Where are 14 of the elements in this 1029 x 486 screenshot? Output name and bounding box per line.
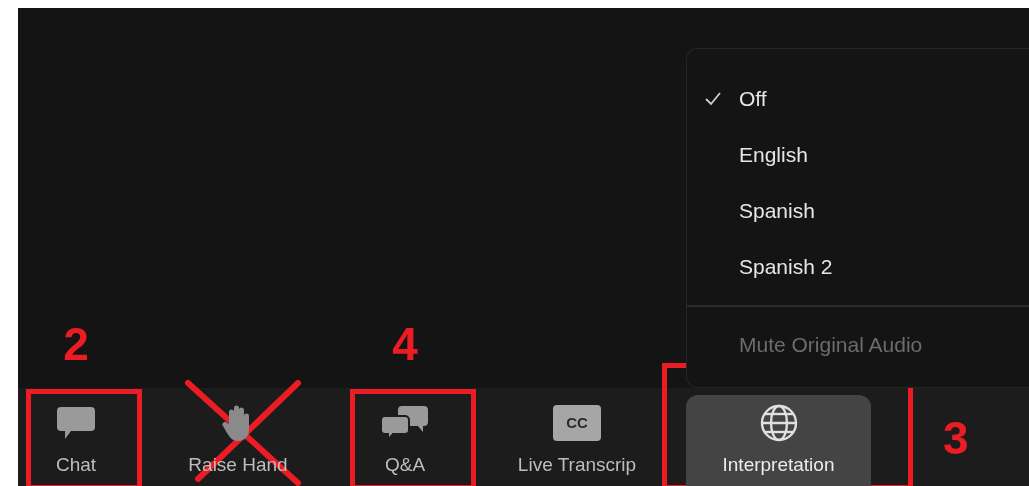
toolbar-button[interactable]: Interpretation [686, 395, 871, 486]
toolbar-button[interactable]: Q&A [380, 395, 430, 486]
menu-item[interactable]: Spanish 2 [687, 239, 1029, 295]
menu-item[interactable]: Spanish [687, 183, 1029, 239]
toolbar-button[interactable]: CC Live Transcrip [517, 395, 637, 486]
annotation-number: 3 [943, 415, 969, 461]
menu-item[interactable]: English [687, 127, 1029, 183]
closed-caption-icon: CC [553, 405, 601, 441]
menu-item[interactable]: Off [687, 71, 1029, 127]
speech-bubble-icon [55, 405, 97, 441]
toolbar-button[interactable]: Chat [55, 395, 97, 486]
globe-icon [758, 403, 799, 443]
annotation-number: 4 [392, 321, 418, 367]
annotation-number: 2 [63, 321, 89, 367]
